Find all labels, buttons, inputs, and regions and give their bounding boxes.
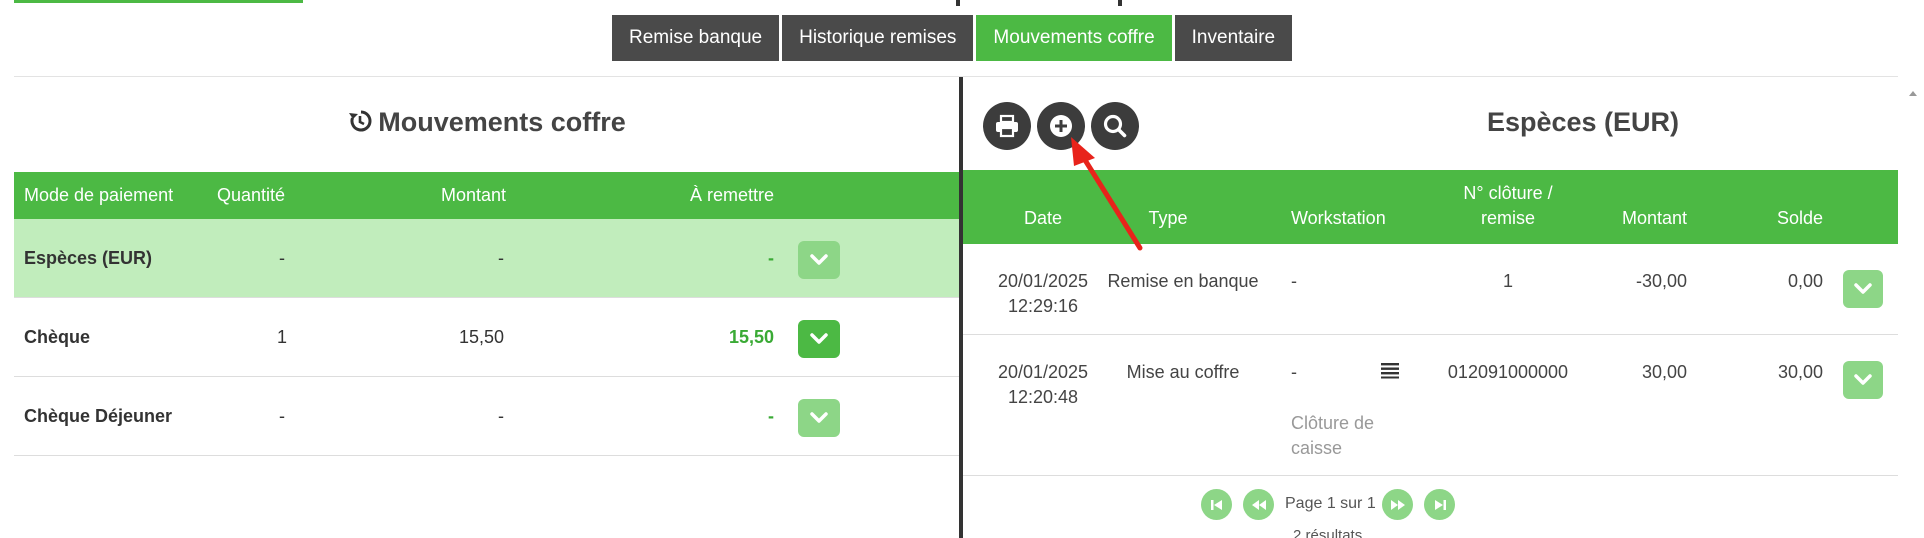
- expand-row-button[interactable]: [1843, 270, 1883, 308]
- table-row[interactable]: 20/01/2025 12:29:16 Remise en banque - 1…: [963, 244, 1898, 335]
- cell-subtype-line1: Clôture de: [1291, 413, 1375, 433]
- chevron-down-icon: [1854, 283, 1872, 294]
- tab-remise-banque[interactable]: Remise banque: [612, 15, 780, 61]
- cell-mode: Chèque Déjeuner: [24, 406, 173, 426]
- tab-inventaire[interactable]: Inventaire: [1174, 15, 1293, 61]
- top-accent-line: [14, 0, 303, 3]
- cash-detail-panel: Espèces (EUR) Date Type Workstation N° c…: [963, 77, 1898, 538]
- print-button[interactable]: [983, 102, 1031, 150]
- cropped-title-fragment: [956, 0, 960, 6]
- cell-workstation: -: [1291, 271, 1297, 291]
- cell-quantite: -: [279, 248, 285, 268]
- cell-montant: -30,00: [1635, 271, 1687, 291]
- cell-type: Remise en banque: [1107, 271, 1259, 291]
- header-solde: Solde: [1776, 208, 1823, 228]
- cell-mode: Chèque: [24, 327, 91, 347]
- expand-row-button[interactable]: [798, 399, 840, 437]
- cell-time: 12:29:16: [1007, 296, 1079, 316]
- header-date: Date: [1023, 208, 1063, 228]
- cell-cloture: 012091000000: [1447, 362, 1569, 382]
- header-type: Type: [1148, 208, 1188, 228]
- header-mode: Mode de paiement: [24, 185, 174, 205]
- expand-row-button[interactable]: [798, 320, 840, 358]
- fast-forward-icon: [1390, 499, 1405, 510]
- first-page-icon: [1210, 499, 1222, 510]
- cell-mode: Espèces (EUR): [24, 248, 153, 268]
- table-row[interactable]: Chèque 1 15,50 15,50: [14, 298, 960, 377]
- chevron-down-icon: [1854, 374, 1872, 385]
- cell-a-remettre: -: [768, 248, 774, 268]
- header-a-remettre: À remettre: [690, 185, 775, 205]
- cropped-title-fragment: [1118, 0, 1122, 6]
- cell-montant: 30,00: [1641, 362, 1687, 382]
- table-header: Mode de paiement Quantité Montant À reme…: [14, 172, 960, 219]
- expand-row-button[interactable]: [1843, 361, 1883, 399]
- print-icon: [996, 114, 1018, 138]
- last-page-icon: [1434, 499, 1446, 510]
- header-cloture-line2: remise: [1480, 208, 1535, 228]
- cell-date: 20/01/2025: [997, 271, 1089, 291]
- cell-montant: -: [498, 248, 504, 268]
- cell-type: Mise au coffre: [1126, 362, 1240, 382]
- results-count: 2 résultats: [1293, 527, 1363, 538]
- cell-cloture: 1: [1502, 271, 1513, 291]
- tab-historique-remises[interactable]: Historique remises: [782, 15, 974, 61]
- cell-a-remettre: -: [768, 406, 774, 426]
- cell-quantite: -: [279, 406, 285, 426]
- history-icon: [348, 109, 372, 140]
- cell-a-remettre: 15,50: [728, 327, 774, 347]
- rewind-icon: [1251, 499, 1266, 510]
- panel-title: Espèces (EUR): [1486, 107, 1680, 137]
- safe-movements-panel: Mouvements coffre Mode de paiement Quant…: [14, 77, 960, 538]
- header-montant: Montant: [441, 185, 507, 205]
- table-row[interactable]: 20/01/2025 12:20:48 Mise au coffre - Clô…: [963, 335, 1898, 476]
- header-quantite: Quantité: [217, 185, 286, 205]
- cell-time: 12:20:48: [1007, 387, 1079, 407]
- table-row[interactable]: Chèque Déjeuner - - -: [14, 377, 960, 456]
- cell-date: 20/01/2025: [997, 362, 1089, 382]
- cell-solde: 30,00: [1777, 362, 1823, 382]
- next-page-button[interactable]: [1382, 489, 1413, 520]
- header-cloture-line1: N° clôture /: [1463, 183, 1553, 203]
- cell-montant: -: [498, 406, 504, 426]
- table-header: Date Type Workstation N° clôture / remis…: [963, 170, 1898, 244]
- cell-workstation: -: [1291, 362, 1297, 382]
- cell-quantite: 1: [276, 327, 287, 347]
- last-page-button[interactable]: [1424, 489, 1455, 520]
- cell-solde: 0,00: [1787, 271, 1823, 291]
- chevron-down-icon: [810, 254, 828, 265]
- plus-circle-icon: [1050, 115, 1072, 137]
- panel-title: Mouvements coffre: [14, 107, 960, 140]
- list-icon[interactable]: [1381, 361, 1399, 384]
- first-page-button[interactable]: [1201, 489, 1232, 520]
- table-row[interactable]: Espèces (EUR) - - -: [14, 219, 960, 298]
- search-icon: [1103, 114, 1127, 138]
- cell-montant: 15,50: [458, 327, 504, 347]
- scroll-up-arrow[interactable]: [1908, 84, 1918, 96]
- chevron-down-icon: [810, 333, 828, 344]
- page-indicator: Page 1 sur 1: [1285, 495, 1376, 512]
- chevron-down-icon: [810, 412, 828, 423]
- pagination: Page 1 sur 1 2 résultats: [963, 489, 1898, 538]
- header-workstation: Workstation: [1291, 208, 1386, 228]
- tab-mouvements-coffre[interactable]: Mouvements coffre: [976, 15, 1172, 61]
- expand-row-button[interactable]: [798, 241, 840, 279]
- tab-bar: Remise banque Historique remises Mouveme…: [612, 15, 1293, 61]
- previous-page-button[interactable]: [1243, 489, 1274, 520]
- cell-subtype-line2: caisse: [1291, 438, 1343, 458]
- add-movement-button[interactable]: [1037, 102, 1085, 150]
- header-montant: Montant: [1621, 208, 1687, 228]
- search-button[interactable]: [1091, 102, 1139, 150]
